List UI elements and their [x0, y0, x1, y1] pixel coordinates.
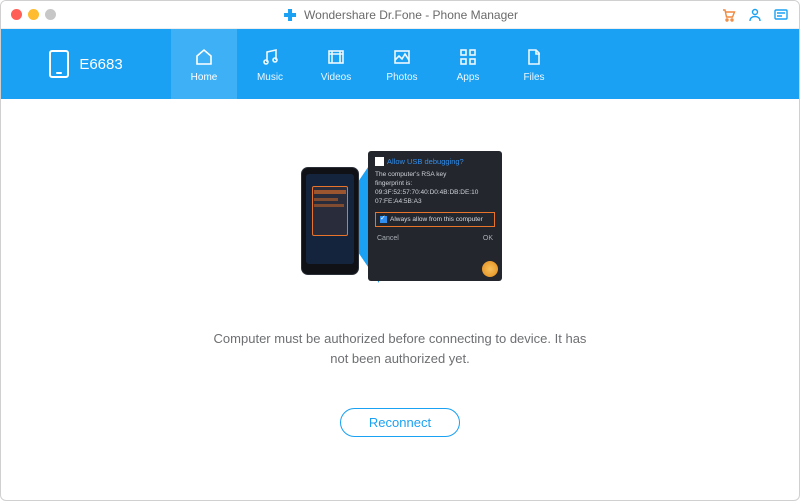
authorize-illustration: Allow USB debugging? The computer's RSA …: [295, 149, 505, 289]
main-content: Allow USB debugging? The computer's RSA …: [1, 99, 799, 500]
tap-hint-icon: [482, 261, 498, 277]
reconnect-button[interactable]: Reconnect: [340, 408, 460, 437]
navbar: E6683 Home Music Videos Photos Apps: [1, 29, 799, 99]
files-icon: [523, 46, 545, 68]
app-logo-icon: [282, 7, 298, 23]
tab-home[interactable]: Home: [171, 29, 237, 99]
tab-videos[interactable]: Videos: [303, 29, 369, 99]
feedback-icon[interactable]: [773, 7, 789, 23]
checkbox-icon: [380, 216, 387, 223]
usb-debug-popup: Allow USB debugging? The computer's RSA …: [368, 151, 502, 281]
minimize-window-button[interactable]: [28, 9, 39, 20]
tab-files[interactable]: Files: [501, 29, 567, 99]
tab-label: Files: [523, 72, 544, 83]
always-allow-row: Always allow from this computer: [375, 212, 495, 227]
illustration-phone: [301, 167, 359, 275]
apps-icon: [457, 46, 479, 68]
device-selector[interactable]: E6683: [1, 29, 171, 99]
home-icon: [193, 46, 215, 68]
always-allow-label: Always allow from this computer: [390, 216, 483, 223]
photos-icon: [391, 46, 413, 68]
usb-body-line: fingerprint is:: [375, 179, 495, 188]
tab-label: Music: [257, 72, 283, 83]
usb-body-line: 07:FE:A4:5B:A3: [375, 197, 495, 206]
titlebar-actions: [721, 7, 789, 23]
title-center: Wondershare Dr.Fone - Phone Manager: [282, 7, 518, 23]
device-name: E6683: [79, 56, 122, 73]
music-icon: [259, 46, 281, 68]
tab-photos[interactable]: Photos: [369, 29, 435, 99]
tab-music[interactable]: Music: [237, 29, 303, 99]
app-window: Wondershare Dr.Fone - Phone Manager E668…: [0, 0, 800, 501]
tab-label: Apps: [457, 72, 480, 83]
tab-label: Home: [191, 72, 218, 83]
cart-icon[interactable]: [721, 7, 737, 23]
phone-icon: [49, 50, 69, 78]
usb-cancel: Cancel: [377, 235, 399, 242]
usb-dialog-title: Allow USB debugging?: [387, 157, 464, 166]
titlebar: Wondershare Dr.Fone - Phone Manager: [1, 1, 799, 29]
usb-icon: [375, 157, 384, 166]
tab-apps[interactable]: Apps: [435, 29, 501, 99]
maximize-window-button: [45, 9, 56, 20]
usb-body-line: The computer's RSA key: [375, 170, 495, 179]
window-controls: [11, 9, 56, 20]
close-window-button[interactable]: [11, 9, 22, 20]
usb-body-line: 09:3F:52:57:70:40:D0:4B:DB:DE:10: [375, 188, 495, 197]
nav-tabs: Home Music Videos Photos Apps Files: [171, 29, 567, 99]
tab-label: Videos: [321, 72, 351, 83]
usb-ok: OK: [483, 235, 493, 242]
tab-label: Photos: [386, 72, 417, 83]
status-message: Computer must be authorized before conne…: [210, 329, 590, 368]
videos-icon: [325, 46, 347, 68]
app-title: Wondershare Dr.Fone - Phone Manager: [304, 8, 518, 22]
user-icon[interactable]: [747, 7, 763, 23]
